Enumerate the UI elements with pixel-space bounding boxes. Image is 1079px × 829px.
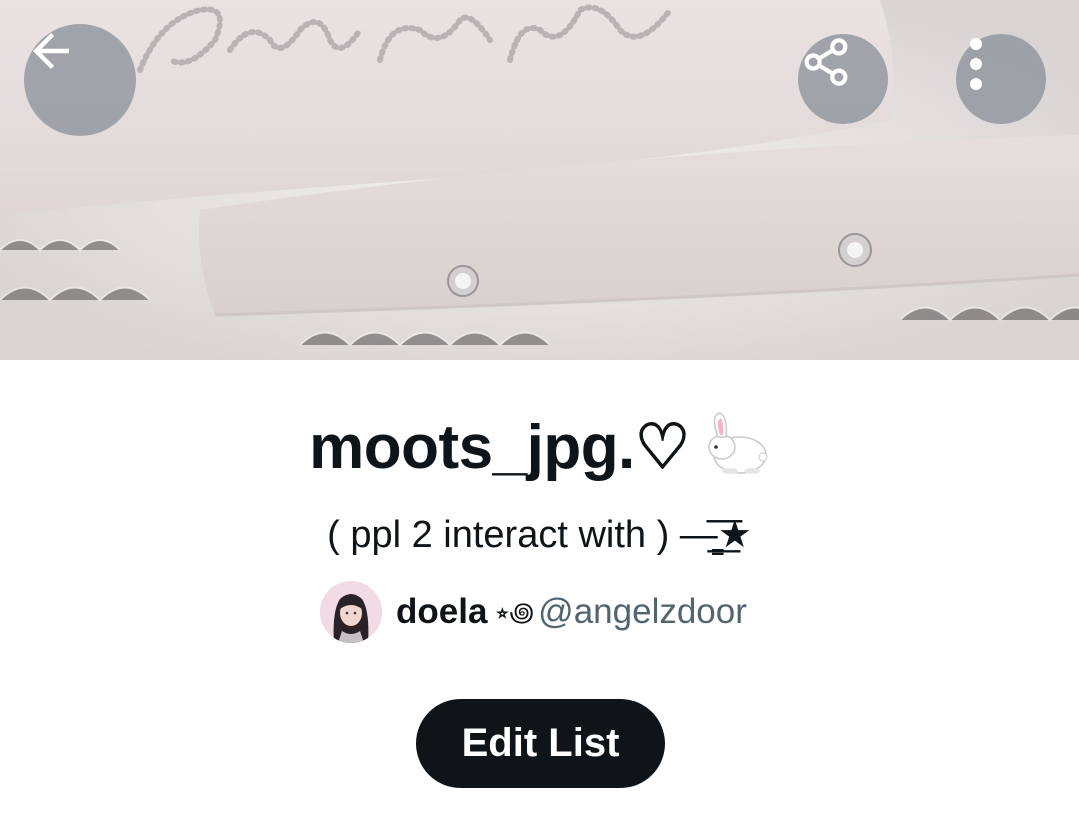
avatar[interactable] [320,581,382,643]
rabbit-icon [700,411,770,492]
more-vertical-icon [970,38,982,90]
arrow-left-icon [33,33,69,69]
share-button[interactable] [798,34,888,124]
list-banner-image [0,0,1079,360]
list-description: ( ppl 2 interact with ) —̳͟͞͞★ [327,514,752,556]
list-title: moots_jpg.♡ [0,410,1079,492]
banner-photo [0,0,1079,360]
back-button[interactable] [24,24,136,136]
list-title-text: moots_jpg.♡ [309,413,690,482]
list-owner[interactable]: doela ⭒꩜ @angelzdoor [320,580,747,644]
edit-list-button[interactable]: Edit List [416,699,665,788]
more-options-button[interactable] [956,34,1046,124]
owner-name-emoji: ⭒꩜ [495,597,535,627]
owner-handle[interactable]: @angelzdoor [538,592,747,632]
share-icon [804,38,848,86]
owner-name[interactable]: doela [396,592,487,632]
